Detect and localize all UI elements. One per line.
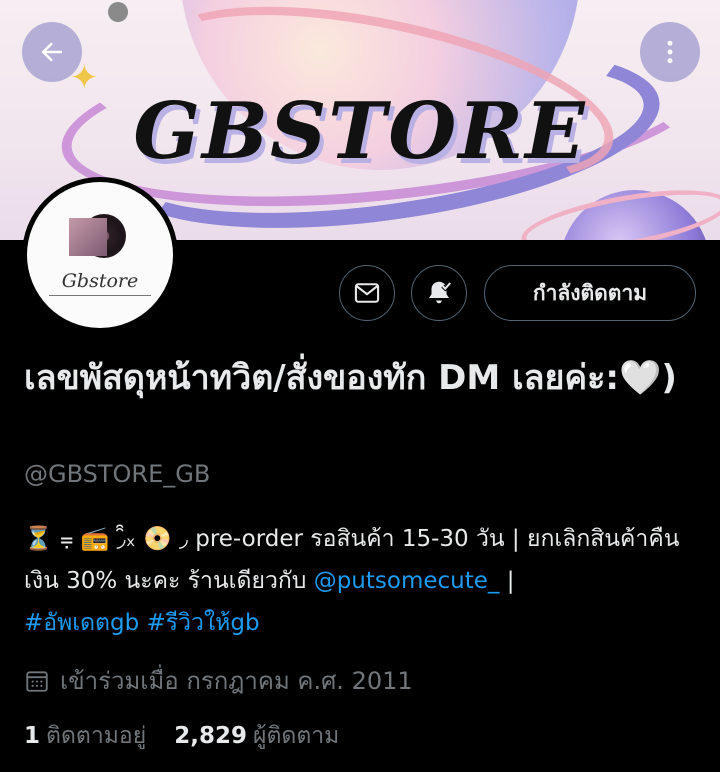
- profile-avatar[interactable]: Gbstore: [22, 177, 178, 333]
- bio-mention-link[interactable]: @putsomecute_: [314, 568, 500, 594]
- message-button[interactable]: [339, 265, 395, 321]
- joined-text: เข้าร่วมเมื่อ กรกฎาคม ค.ศ. 2011: [60, 667, 413, 695]
- follow-stats: 1 ติดตามอยู่ 2,829 ผู้ติดตาม: [24, 718, 367, 754]
- following-count: 1: [24, 723, 41, 749]
- following-label: ติดตามอยู่: [46, 723, 147, 749]
- mail-icon: [354, 283, 380, 303]
- arrow-left-icon: [41, 42, 62, 62]
- back-button[interactable]: [22, 22, 82, 82]
- profile-bio: ⏳ ⩦ 📻 ◞̑̑ₓ 📀 ◞ pre-order รอสินค้า 15-30 …: [24, 518, 700, 644]
- hashtag-link[interactable]: #รีวิวให้gb: [147, 610, 260, 636]
- followers-count: 2,829: [174, 723, 247, 749]
- calendar-icon: [26, 670, 48, 692]
- small-planet-graphic: [108, 2, 128, 22]
- bell-check-icon: [429, 281, 452, 304]
- banner-brand-text: GBSTORE: [133, 86, 587, 177]
- display-name: เลขพัสดุหน้าทวิต/สั่งของทัก DM เลยค่ะ:🤍): [24, 358, 677, 398]
- more-vertical-icon: [667, 40, 673, 64]
- hashtag-link[interactable]: #อัพเดตgb: [24, 610, 139, 636]
- avatar-image: Gbstore: [27, 182, 173, 328]
- username-handle: @GBSTORE_GB: [24, 460, 211, 488]
- more-options-button[interactable]: [640, 22, 700, 82]
- joined-date: เข้าร่วมเมื่อ กรกฎาคม ค.ศ. 2011: [24, 661, 413, 700]
- followers-stat[interactable]: 2,829 ผู้ติดตาม: [174, 718, 339, 754]
- avatar-divider: [49, 295, 151, 296]
- following-stat[interactable]: 1 ติดตามอยู่: [24, 718, 146, 754]
- notifications-button[interactable]: [411, 265, 467, 321]
- following-button[interactable]: กำลังติดตาม: [484, 265, 696, 321]
- bio-separator: |: [499, 568, 515, 594]
- avatar-logo-text: Gbstore: [61, 270, 139, 292]
- followers-label: ผู้ติดตาม: [252, 723, 340, 749]
- record-sleeve-graphic: [69, 218, 107, 256]
